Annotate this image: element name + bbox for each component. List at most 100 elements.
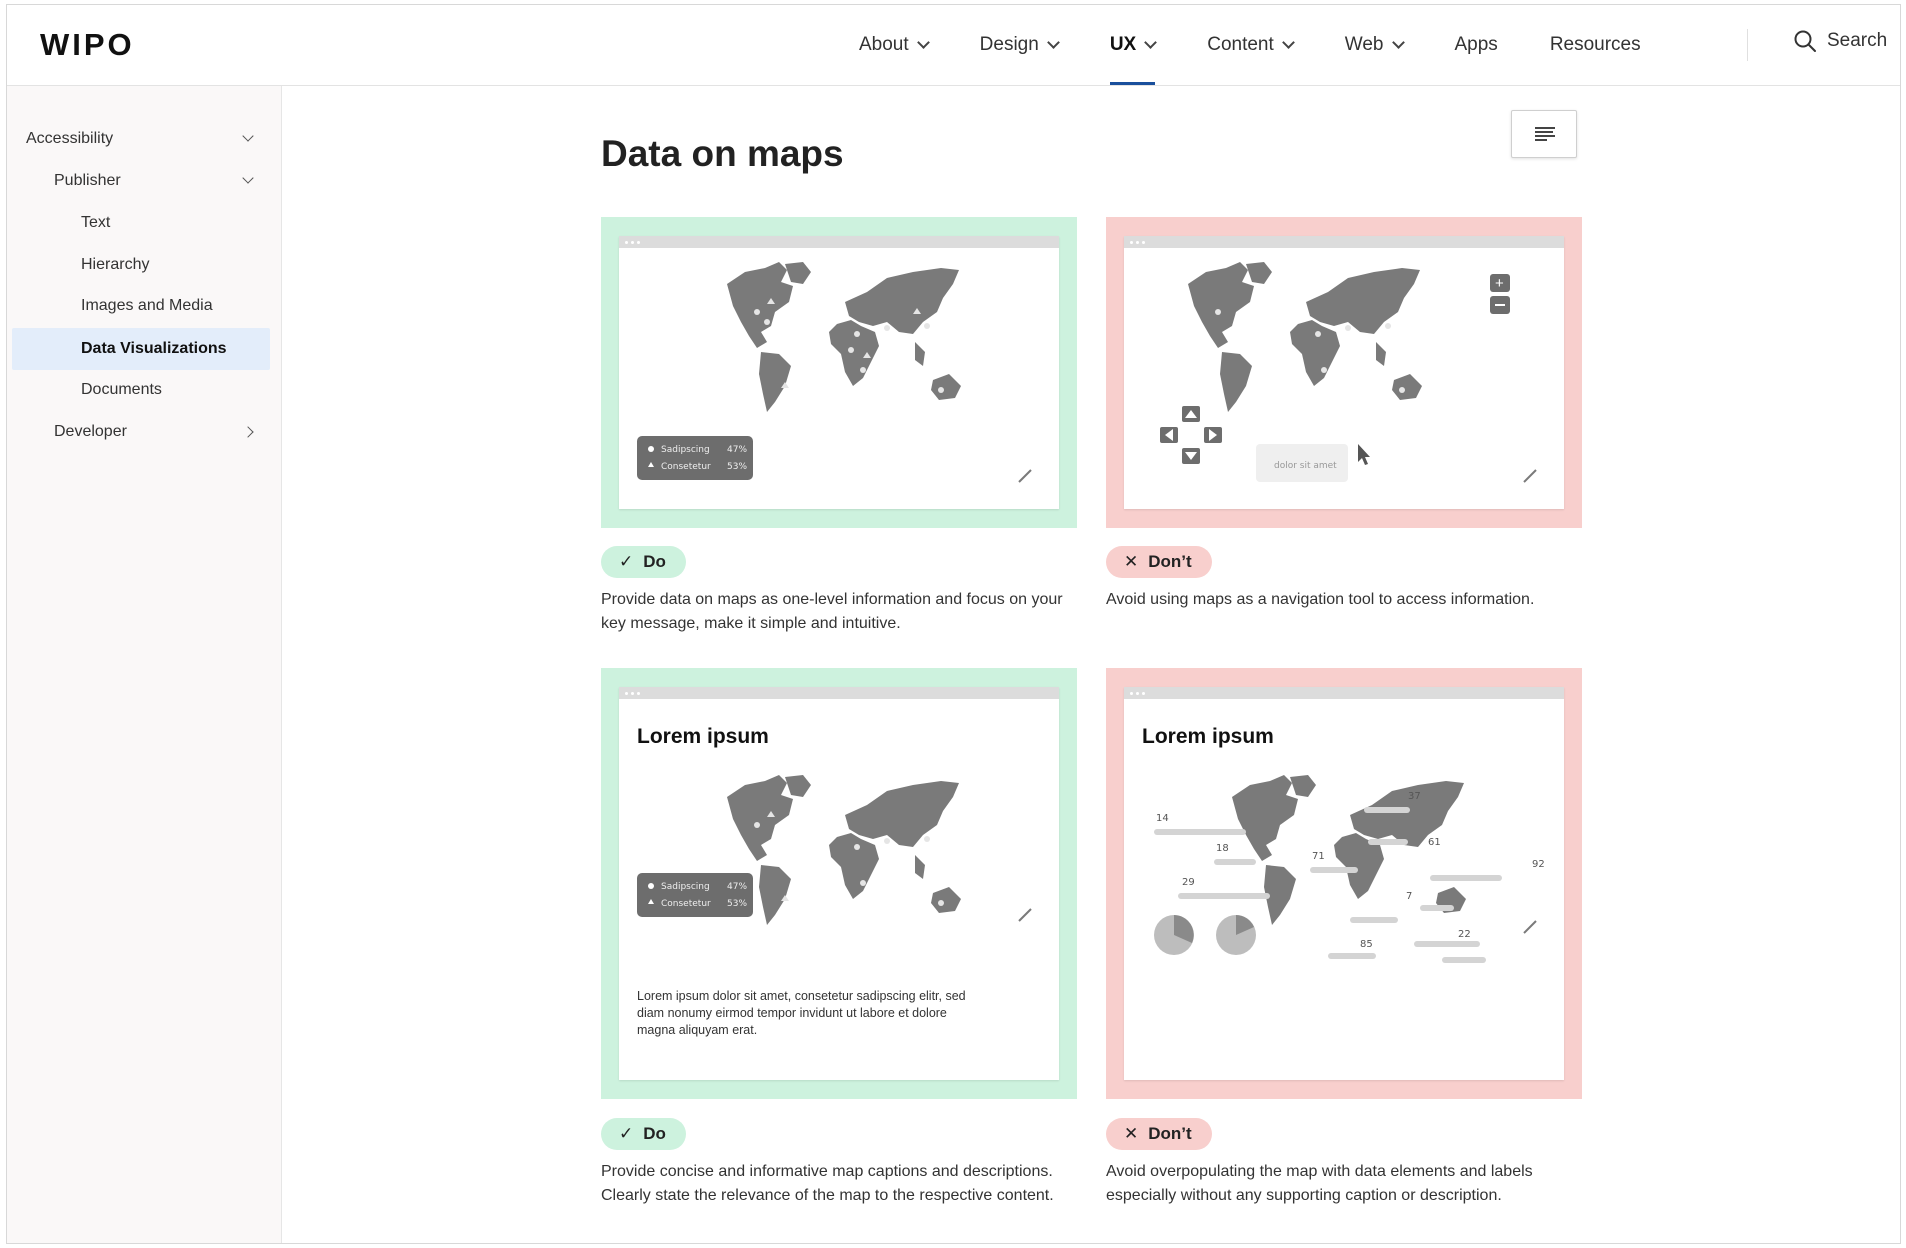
browser-page: WIPO About Design UX Content Web Apps Re…	[6, 4, 1901, 1244]
example-description: Avoid using maps as a navigation tool to…	[1106, 591, 1535, 608]
data-label-71: 71	[1312, 851, 1325, 862]
nav-design[interactable]: Design	[979, 5, 1060, 85]
search-button[interactable]: Search	[1793, 29, 1887, 53]
sidebar-item-label: Images and Media	[81, 297, 213, 314]
sidebar-item-label: Accessibility	[26, 130, 114, 147]
chevron-right-icon	[242, 426, 254, 438]
legend-label-1: Sadipscing	[661, 445, 710, 455]
data-label-7: 7	[1406, 891, 1412, 902]
chevron-down-icon	[916, 36, 930, 49]
pan-controls	[1160, 406, 1222, 464]
zoom-in-icon: +	[1495, 275, 1504, 292]
sidebar-item-label: Developer	[54, 423, 127, 440]
data-label-29: 29	[1182, 877, 1195, 888]
example-card-do-1: Sadipscing 47% Consetetur 53%	[601, 217, 1077, 528]
page-title: Data on maps	[601, 133, 844, 174]
data-label-61: 61	[1428, 837, 1441, 848]
nav-design-label: Design	[979, 34, 1039, 55]
nav-web-label: Web	[1344, 34, 1384, 55]
example-description: Provide data on maps as one-level inform…	[601, 591, 1063, 632]
world-map	[1232, 775, 1466, 925]
sidebar-item-label: Data Visualizations	[81, 340, 227, 357]
data-label-85: 85	[1360, 939, 1373, 950]
map-legend	[637, 436, 753, 480]
world-map-illustration: 14 18 29 37 71 61 92 7 22 85	[1154, 775, 1545, 963]
data-label-14: 14	[1156, 813, 1169, 824]
data-label-37: 37	[1408, 791, 1421, 802]
wipo-logo[interactable]: WIPO	[40, 27, 135, 63]
data-label-22: 22	[1458, 929, 1471, 940]
legend-value-1: 47%	[727, 882, 747, 892]
sidebar-item-text[interactable]: Text	[12, 203, 270, 243]
map-illustration: + dolor sit amet	[1124, 236, 1564, 509]
tooltip-text: dolor sit amet	[1274, 461, 1337, 471]
checkmark-icon: ✓	[619, 552, 634, 571]
badge-label: Do	[643, 552, 666, 571]
chevron-down-icon	[1391, 36, 1405, 49]
nav-content[interactable]: Content	[1207, 5, 1295, 85]
table-of-contents-icon	[1535, 127, 1555, 141]
label-bars	[1154, 807, 1502, 963]
main-nav: About Design UX Content Web Apps Resourc…	[859, 5, 1693, 85]
nav-divider	[1747, 29, 1748, 61]
dont-badge: ✕ Don’t	[1106, 1118, 1212, 1150]
nav-resources-label: Resources	[1549, 34, 1641, 55]
world-map	[1188, 262, 1422, 412]
nav-about-label: About	[859, 34, 909, 55]
world-map	[727, 775, 961, 925]
window-bar	[1124, 236, 1564, 248]
sidebar: Accessibility Publisher Text Hierarchy I…	[7, 86, 282, 1243]
nav-apps-label: Apps	[1454, 34, 1498, 55]
data-label-92: 92	[1532, 859, 1545, 870]
nav-apps[interactable]: Apps	[1455, 5, 1498, 85]
chevron-down-icon	[242, 172, 254, 184]
card-caption: Lorem ipsum dolor sit amet, consetetur s…	[637, 989, 966, 1037]
window-bar	[619, 687, 1059, 699]
checkmark-icon: ✓	[619, 1124, 634, 1143]
example-card-do-2: Lorem ipsum Sadipscing 47% Consetetur 53…	[601, 668, 1077, 1099]
pie-charts	[1154, 915, 1256, 955]
do-badge: ✓ Do	[601, 1118, 686, 1150]
nav-about[interactable]: About	[859, 5, 930, 85]
badge-label: Do	[643, 1124, 666, 1143]
map-legend	[637, 873, 753, 917]
badge-label: Don’t	[1148, 552, 1192, 571]
example-card-dont-2: Lorem ipsum 14 18 29 37 71 61 92 7 22 85	[1106, 668, 1582, 1099]
dont-badge: ✕ Don’t	[1106, 546, 1212, 578]
world-map	[727, 262, 961, 412]
sidebar-item-images-and-media[interactable]: Images and Media	[12, 286, 270, 326]
sidebar-item-accessibility[interactable]: Accessibility	[12, 119, 270, 159]
legend-label-2: Consetetur	[661, 899, 711, 909]
sidebar-item-label: Publisher	[54, 172, 121, 189]
sidebar-item-hierarchy[interactable]: Hierarchy	[12, 245, 270, 285]
zoom-controls: +	[1490, 274, 1510, 314]
nav-resources[interactable]: Resources	[1550, 5, 1641, 85]
map-illustration: Lorem ipsum	[1124, 687, 1564, 1080]
sidebar-item-publisher[interactable]: Publisher	[12, 161, 270, 201]
close-icon: ✕	[1124, 552, 1139, 571]
legend-value-2: 53%	[727, 899, 747, 909]
sidebar-item-data-visualizations[interactable]: Data Visualizations	[12, 328, 270, 370]
badge-label: Don’t	[1148, 1124, 1192, 1143]
window-bar	[619, 236, 1059, 248]
sidebar-item-developer[interactable]: Developer	[12, 412, 270, 452]
sidebar-item-label: Hierarchy	[81, 256, 150, 273]
chevron-down-icon	[242, 130, 254, 142]
example-card-dont-1: + dolor sit amet	[1106, 217, 1582, 528]
nav-content-label: Content	[1207, 34, 1274, 55]
window-bar	[1124, 687, 1564, 699]
nav-web[interactable]: Web	[1344, 5, 1405, 85]
example-description: Provide concise and informative map capt…	[601, 1163, 1054, 1204]
chevron-down-icon	[1046, 36, 1060, 49]
nav-ux[interactable]: UX	[1109, 5, 1158, 85]
example-description: Avoid overpopulating the map with data e…	[1106, 1163, 1533, 1204]
world-map-illustration: + dolor sit amet	[1160, 262, 1537, 483]
sidebar-item-documents[interactable]: Documents	[12, 370, 270, 410]
do-badge: ✓ Do	[601, 546, 686, 578]
map-illustration: Sadipscing 47% Consetetur 53%	[619, 236, 1059, 509]
toc-button[interactable]	[1511, 110, 1577, 158]
legend-value-2: 53%	[727, 462, 747, 472]
world-map-illustration: Sadipscing 47% Consetetur 53%	[637, 262, 1032, 483]
chevron-down-icon	[1281, 36, 1295, 49]
legend-label-2: Consetetur	[661, 462, 711, 472]
